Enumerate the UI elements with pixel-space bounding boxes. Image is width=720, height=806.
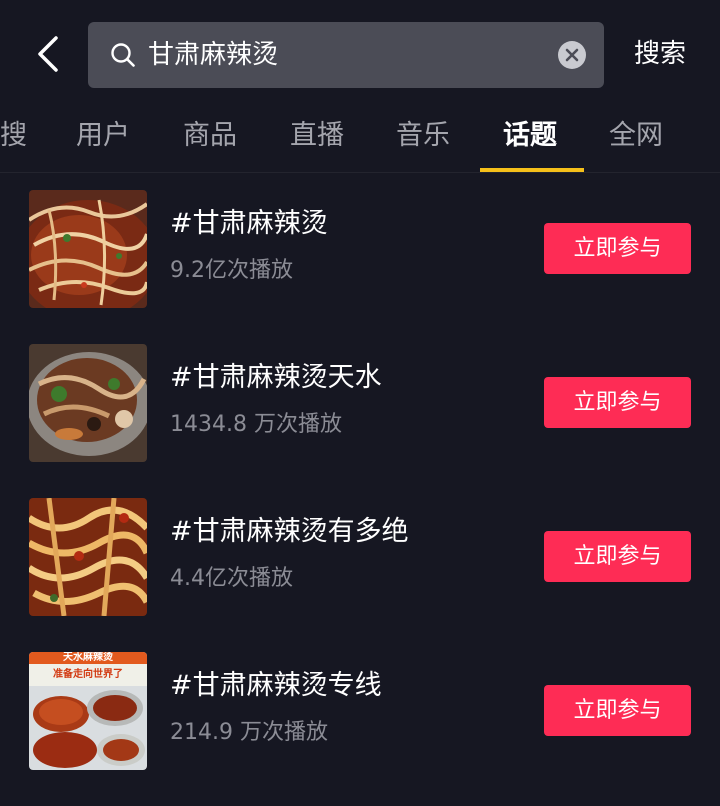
topic-title: #甘肃麻辣烫专线 <box>170 670 382 701</box>
topic-play-count: 4.4亿次播放 <box>170 566 293 591</box>
topic-thumbnail <box>29 190 147 308</box>
topic-thumbnail <box>29 344 147 462</box>
topic-thumbnail <box>29 498 147 616</box>
join-topic-button[interactable]: 立即参与 <box>544 223 691 274</box>
tab-users[interactable]: 用户 <box>76 116 130 156</box>
chevron-left-icon <box>38 36 58 72</box>
tab-products[interactable]: 商品 <box>183 116 237 156</box>
thumbnail-caption-line: 天水麻辣烫 <box>63 652 113 663</box>
tab-search[interactable]: 搜 <box>0 116 27 156</box>
search-icon <box>111 43 135 67</box>
search-submit-button[interactable]: 搜索 <box>634 36 686 72</box>
thumbnail-caption-line: 准备走向世界了 <box>53 669 123 680</box>
topic-row[interactable]: 天水麻辣烫 准备走向世界了 #甘肃麻辣烫专线 214.9 万次播放 立即参与 <box>0 652 720 806</box>
topic-title: #甘肃麻辣烫有多绝 <box>170 516 409 547</box>
topic-play-count: 1434.8 万次播放 <box>170 412 342 437</box>
join-topic-button[interactable]: 立即参与 <box>544 685 691 736</box>
active-tab-indicator <box>480 168 584 172</box>
back-button[interactable] <box>28 32 68 76</box>
topic-play-count: 214.9 万次播放 <box>170 720 328 745</box>
search-category-tabs: 搜 用户 商品 直播 音乐 话题 全网 <box>0 108 720 173</box>
join-topic-button[interactable]: 立即参与 <box>544 377 691 428</box>
tab-web[interactable]: 全网 <box>609 116 663 156</box>
topic-row[interactable]: #甘肃麻辣烫 9.2亿次播放 立即参与 <box>0 190 720 344</box>
topic-play-count: 9.2亿次播放 <box>170 258 293 283</box>
tab-music[interactable]: 音乐 <box>396 116 450 156</box>
search-input[interactable] <box>148 22 548 88</box>
topic-row[interactable]: #甘肃麻辣烫天水 1434.8 万次播放 立即参与 <box>0 344 720 498</box>
tab-live[interactable]: 直播 <box>290 116 344 156</box>
topic-title: #甘肃麻辣烫天水 <box>170 362 382 393</box>
close-icon <box>565 48 579 62</box>
search-box[interactable] <box>88 22 604 88</box>
topic-row[interactable]: #甘肃麻辣烫有多绝 4.4亿次播放 立即参与 <box>0 498 720 652</box>
tab-topics[interactable]: 话题 <box>503 116 557 156</box>
topic-thumbnail: 天水麻辣烫 准备走向世界了 <box>29 652 147 770</box>
clear-search-button[interactable] <box>558 41 586 69</box>
join-topic-button[interactable]: 立即参与 <box>544 531 691 582</box>
search-header: 搜索 <box>0 0 720 108</box>
topic-title: #甘肃麻辣烫 <box>170 208 328 239</box>
